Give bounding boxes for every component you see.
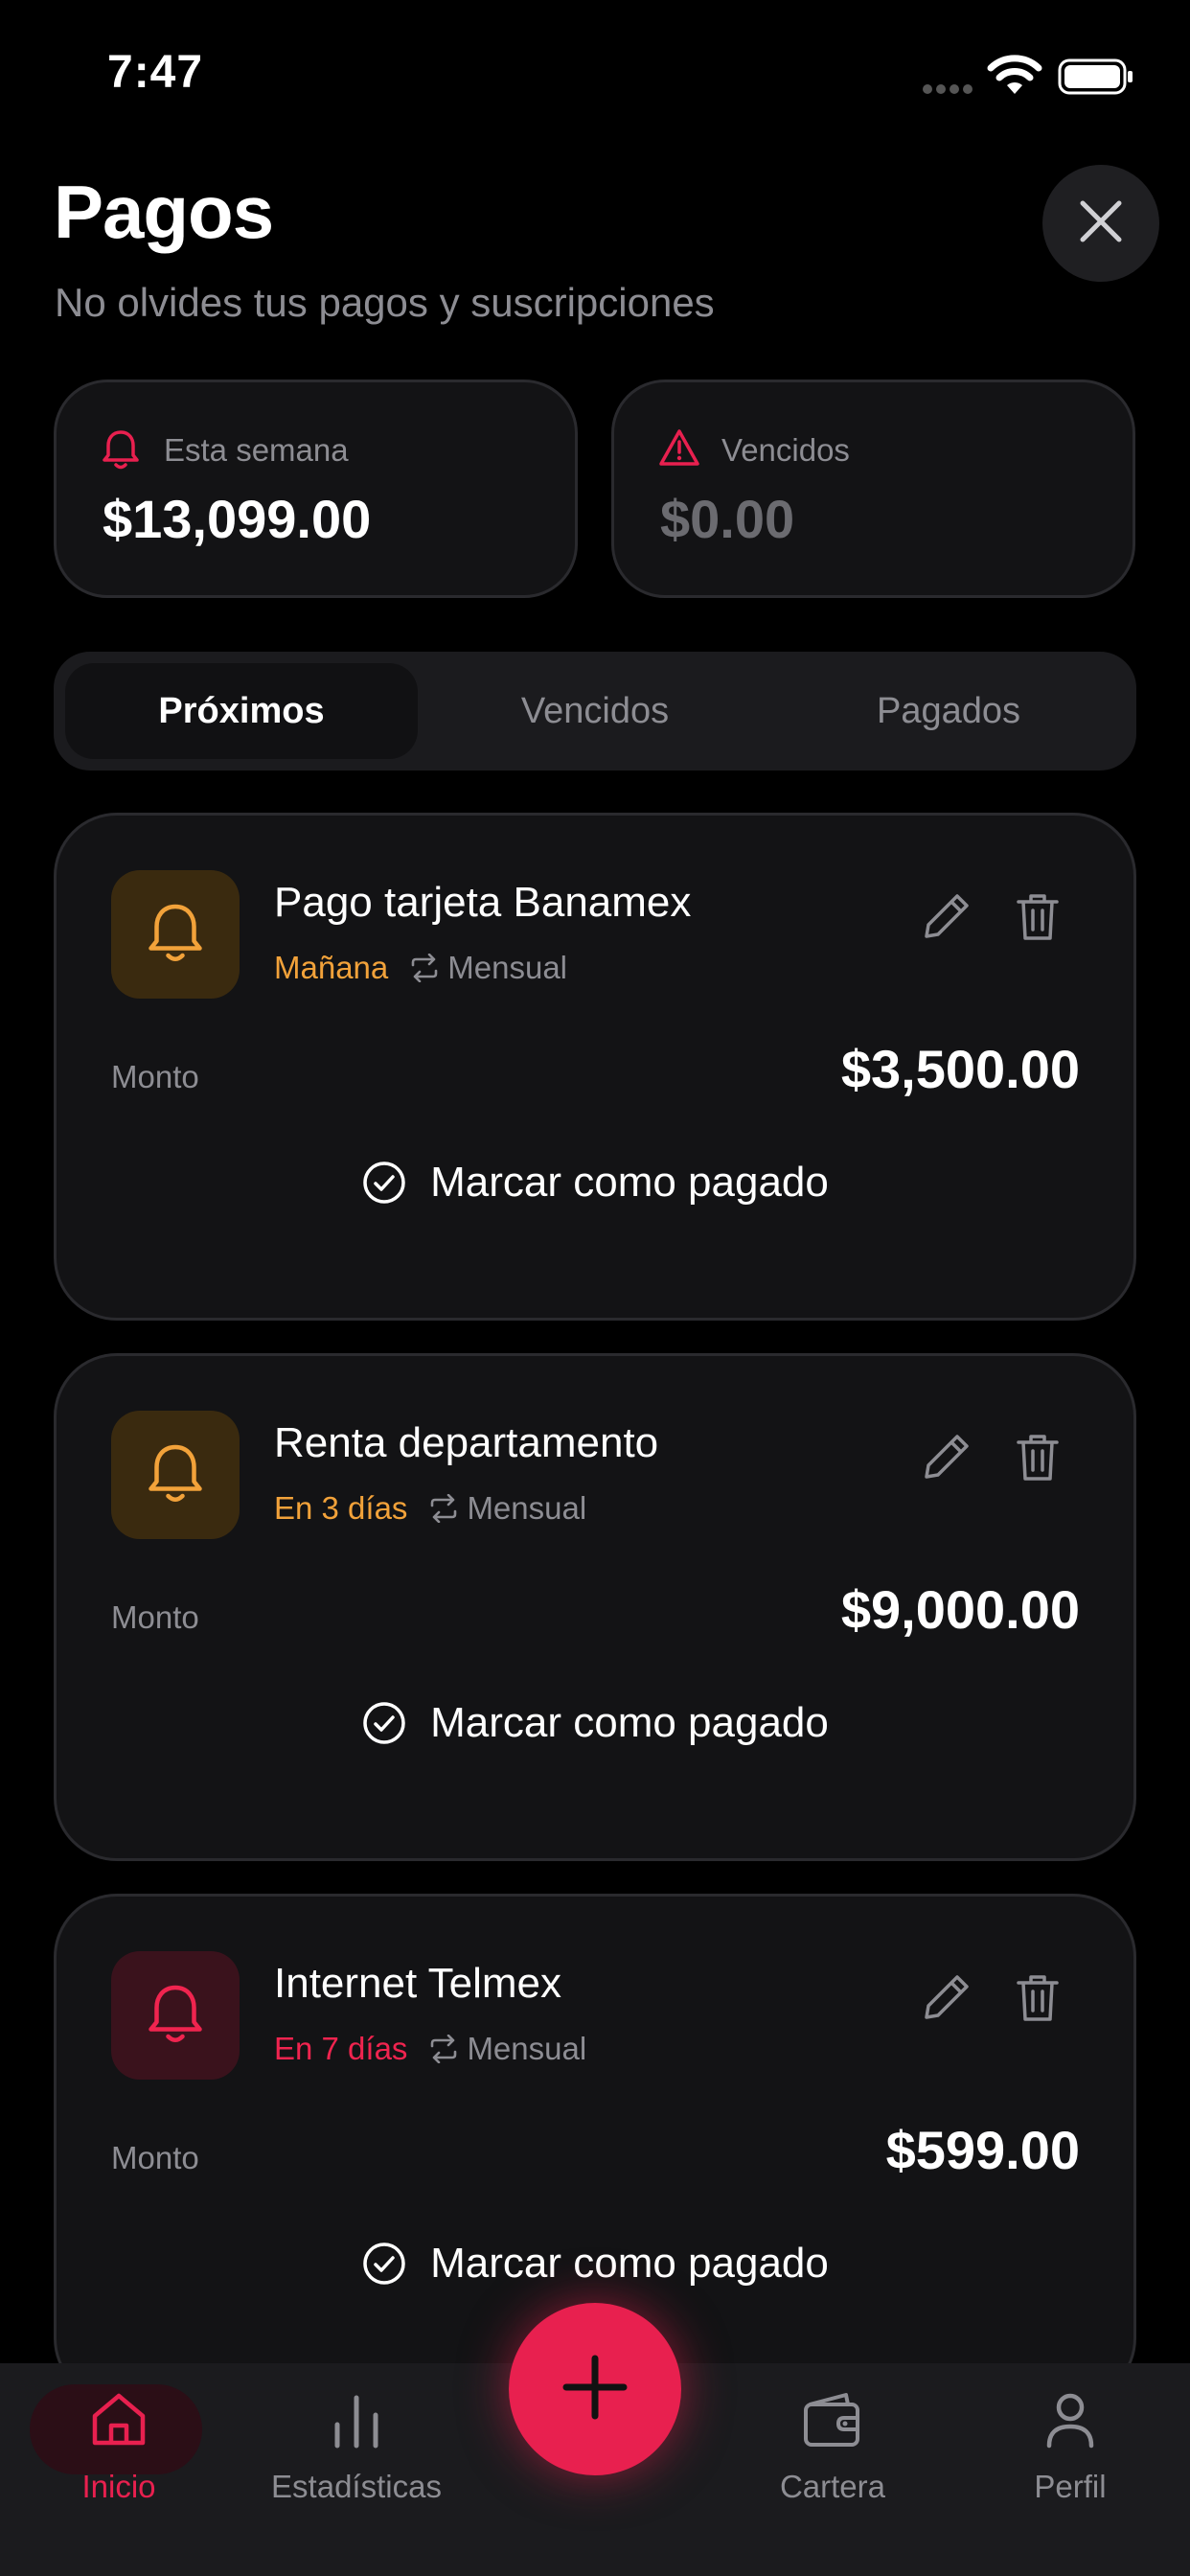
edit-icon[interactable] [919,1971,973,2030]
payment-due: En 7 días [274,2031,408,2066]
nav-label: Perfil [1034,2469,1107,2504]
user-icon [1043,2375,1097,2465]
payment-meta: En 3 días Mensual [274,1490,586,1527]
plus-icon [561,2354,629,2426]
battery-icon [1058,58,1134,101]
tab-bar: Próximos Vencidos Pagados [54,652,1136,770]
payment-name: Pago tarjeta Banamex [274,879,692,926]
payment-card: Pago tarjeta Banamex Mañana Mensual Mont… [54,813,1136,1321]
close-icon [1077,197,1125,250]
trash-icon[interactable] [1013,1971,1063,2030]
nav-label: Estadísticas [271,2469,442,2504]
mark-paid-button[interactable]: Marcar como pagado [57,2240,1133,2288]
stats-icon [329,2375,384,2465]
repeat-icon [409,954,440,982]
payment-frequency: Mensual [467,1490,587,1526]
edit-icon[interactable] [919,1431,973,1489]
payment-meta: En 7 días Mensual [274,2031,586,2067]
payment-amount: $599.00 [885,2120,1080,2180]
payment-frequency: Mensual [467,2031,587,2066]
summary-amount: $0.00 [660,489,795,549]
bell-icon [101,428,141,475]
bell-icon [145,901,206,969]
check-circle-icon [361,1700,407,1746]
page-title: Pagos [54,170,274,254]
check-circle-icon [361,1160,407,1206]
amount-label: Monto [111,2140,199,2175]
nav-item-cartera[interactable]: Cartera [744,2375,922,2518]
edit-icon[interactable] [919,890,973,949]
mark-paid-button[interactable]: Marcar como pagado [57,1159,1133,1207]
tab-vencidos[interactable]: Vencidos [419,663,771,759]
summary-label: Vencidos [721,432,850,468]
payment-icon [111,870,240,999]
mark-paid-label: Marcar como pagado [430,1699,829,1746]
signal-icon [922,82,975,101]
mark-paid-button[interactable]: Marcar como pagado [57,1699,1133,1747]
summary-card-overdue: Vencidos $0.00 [611,380,1135,598]
status-time: 7:47 [107,47,204,98]
repeat-icon [428,2035,459,2063]
payment-due: Mañana [274,950,389,985]
bell-icon [145,1441,206,1509]
tab-proximos[interactable]: Próximos [65,663,418,759]
payment-name: Renta departamento [274,1419,659,1466]
tab-pagados[interactable]: Pagados [772,663,1125,759]
repeat-icon [428,1494,459,1523]
payment-frequency: Mensual [447,950,567,985]
mark-paid-label: Marcar como pagado [430,1159,829,1206]
nav-item-estadisticas[interactable]: Estadísticas [267,2375,446,2518]
check-circle-icon [361,2241,407,2287]
summary-card-this-week: Esta semana $13,099.00 [54,380,578,598]
amount-label: Monto [111,1599,199,1635]
page-subtitle: No olvides tus pagos y suscripciones [55,280,715,325]
payment-amount: $3,500.00 [840,1039,1080,1099]
mark-paid-label: Marcar como pagado [430,2240,829,2287]
nav-label: Cartera [779,2469,886,2504]
payment-amount: $9,000.00 [840,1579,1080,1640]
summary-amount: $13,099.00 [103,489,372,549]
summary-label: Esta semana [164,432,349,468]
warning-icon [658,428,700,472]
close-button[interactable] [1042,165,1159,282]
wallet-icon [802,2375,863,2465]
add-payment-button[interactable] [509,2303,681,2475]
status-bar: 7:47 [0,0,1190,144]
nav-item-inicio[interactable]: Inicio [30,2375,208,2518]
nav-item-perfil[interactable]: Perfil [981,2375,1159,2518]
trash-icon[interactable] [1013,1431,1063,1489]
payment-name: Internet Telmex [274,1960,562,2007]
bell-icon [145,1982,206,2050]
payment-meta: Mañana Mensual [274,950,567,986]
payment-icon [111,1411,240,1539]
payment-card: Renta departamento En 3 días Mensual Mon… [54,1353,1136,1861]
amount-label: Monto [111,1059,199,1094]
home-icon [89,2375,149,2465]
trash-icon[interactable] [1013,890,1063,949]
wifi-icon [987,54,1042,101]
payment-due: En 3 días [274,1490,408,1526]
payment-icon [111,1951,240,2080]
